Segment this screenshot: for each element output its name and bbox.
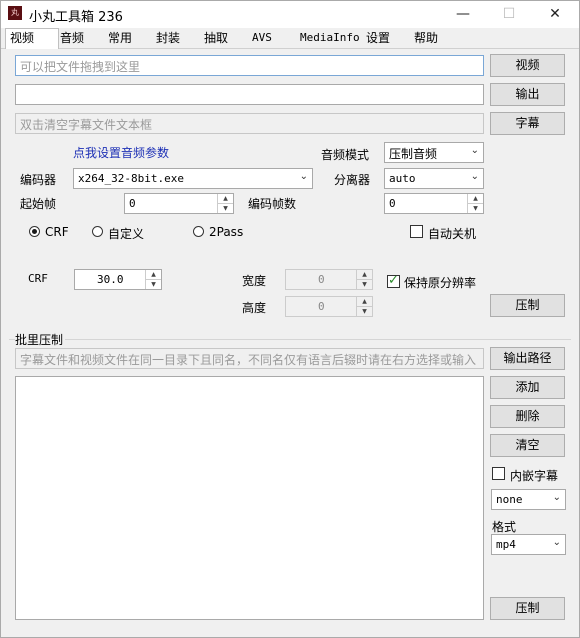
start-frame-value: 0 <box>129 197 136 210</box>
demuxer-value: auto <box>389 172 416 185</box>
close-icon[interactable]: ✕ <box>533 3 577 25</box>
crf-spinner[interactable]: 30.0 ▲ ▼ <box>74 269 162 290</box>
frame-count-spinner[interactable]: 0 ▲ ▼ <box>384 193 484 214</box>
subtitle-input-placeholder: 双击清空字幕文件文本框 <box>20 118 153 132</box>
height-spinner[interactable]: 0 ▲ ▼ <box>285 296 373 317</box>
output-path-button[interactable]: 输出路径 <box>490 347 565 370</box>
subtitle-input[interactable]: 双击清空字幕文件文本框 <box>15 113 484 134</box>
crf-radio-label: CRF <box>45 225 69 239</box>
start-frame-label: 起始帧 <box>20 197 57 211</box>
batch-compress-button[interactable]: 压制 <box>490 597 565 620</box>
subtitle-lang-value: none <box>496 493 523 506</box>
encoder-label: 编码器 <box>20 173 57 187</box>
width-spinner[interactable]: 0 ▲ ▼ <box>285 269 373 290</box>
custom-radio[interactable] <box>92 226 103 237</box>
maximize-icon[interactable]: ☐ <box>487 3 531 25</box>
keep-resolution-checkbox[interactable] <box>387 273 400 288</box>
twopass-radio[interactable] <box>193 226 204 237</box>
spin-up-icon[interactable]: ▲ <box>146 270 161 280</box>
chevron-down-icon: ⌄ <box>552 537 561 548</box>
subtitle-lang-select[interactable]: none ⌄ <box>491 489 566 510</box>
tab-extract[interactable]: 抽取 <box>200 29 250 47</box>
spin-down-icon[interactable]: ▼ <box>218 204 233 213</box>
crf-radio[interactable] <box>29 226 40 237</box>
twopass-radio-label: 2Pass <box>209 225 244 239</box>
tab-settings[interactable]: 设置 <box>362 29 412 47</box>
demuxer-label: 分离器 <box>334 173 371 187</box>
main-window: 丸 小丸工具箱 236 — ☐ ✕ 视频 音频 常用 封装 抽取 AVS Med… <box>0 0 580 638</box>
encoder-value: x264_32-8bit.exe <box>78 172 184 185</box>
output-input[interactable] <box>15 84 484 105</box>
audio-mode-label: 音频模式 <box>321 148 370 162</box>
frame-count-label: 编码帧数 <box>248 197 297 211</box>
format-select[interactable]: mp4 ⌄ <box>491 534 566 555</box>
tab-mux[interactable]: 封装 <box>152 29 202 47</box>
width-value: 0 <box>318 273 325 286</box>
height-label: 高度 <box>242 301 267 315</box>
subtitle-button[interactable]: 字幕 <box>490 112 565 135</box>
encoder-select[interactable]: x264_32-8bit.exe ⌄ <box>73 168 313 189</box>
frame-count-value: 0 <box>389 197 396 210</box>
tab-common[interactable]: 常用 <box>104 29 154 47</box>
height-value: 0 <box>318 300 325 313</box>
video-button[interactable]: 视频 <box>490 54 565 77</box>
chevron-down-icon: ⌄ <box>470 171 479 182</box>
tab-bar: 视频 音频 常用 封装 抽取 AVS MediaInfo 设置 帮助 <box>1 28 579 50</box>
auto-shutdown-checkbox[interactable] <box>410 225 423 238</box>
tab-avs[interactable]: AVS <box>248 29 298 47</box>
title-bar: 丸 小丸工具箱 236 — ☐ ✕ <box>1 1 579 28</box>
video-input[interactable]: 可以把文件拖拽到这里 <box>15 55 484 76</box>
tab-audio[interactable]: 音频 <box>56 29 106 47</box>
start-frame-spinner[interactable]: 0 ▲ ▼ <box>124 193 234 214</box>
tab-help[interactable]: 帮助 <box>410 29 460 47</box>
clear-button[interactable]: 清空 <box>490 434 565 457</box>
spin-up-icon[interactable]: ▲ <box>468 194 483 204</box>
width-label: 宽度 <box>242 274 267 288</box>
spin-up-icon[interactable]: ▲ <box>357 270 372 280</box>
tab-mediainfo[interactable]: MediaInfo <box>296 29 364 47</box>
video-input-placeholder: 可以把文件拖拽到这里 <box>20 60 141 74</box>
chevron-down-icon: ⌄ <box>470 145 479 156</box>
spin-up-icon[interactable]: ▲ <box>357 297 372 307</box>
chevron-down-icon: ⌄ <box>552 492 561 503</box>
spin-up-icon[interactable]: ▲ <box>218 194 233 204</box>
crf-value: 30.0 <box>97 273 124 286</box>
audio-settings-link[interactable]: 点我设置音频参数 <box>73 144 169 161</box>
spin-down-icon[interactable]: ▼ <box>357 307 372 316</box>
embed-subtitle-checkbox[interactable] <box>492 467 505 480</box>
batch-group-divider <box>9 339 571 340</box>
batch-file-list[interactable] <box>15 376 484 620</box>
crf-label: CRF <box>28 272 48 285</box>
minimize-icon[interactable]: — <box>441 3 485 25</box>
keep-resolution-label: 保持原分辨率 <box>404 276 477 290</box>
chevron-down-icon: ⌄ <box>299 171 308 182</box>
add-button[interactable]: 添加 <box>490 376 565 399</box>
format-label: 格式 <box>492 520 517 534</box>
format-value: mp4 <box>496 538 516 551</box>
embed-subtitle-label: 内嵌字幕 <box>510 469 559 483</box>
window-title: 小丸工具箱 236 <box>29 10 123 25</box>
auto-shutdown-label: 自动关机 <box>428 227 477 241</box>
tab-video[interactable]: 视频 <box>5 28 59 50</box>
app-icon: 丸 <box>8 6 22 20</box>
compress-button[interactable]: 压制 <box>490 294 565 317</box>
output-button[interactable]: 输出 <box>490 83 565 106</box>
demuxer-select[interactable]: auto ⌄ <box>384 168 484 189</box>
spin-down-icon[interactable]: ▼ <box>468 204 483 213</box>
custom-radio-label: 自定义 <box>108 227 145 241</box>
audio-mode-value: 压制音频 <box>389 147 438 161</box>
spin-down-icon[interactable]: ▼ <box>357 280 372 289</box>
batch-hint-text: 字幕文件和视频文件在同一目录下且同名，不同名仅有语言后辍时请在右方选择或输入 <box>20 353 477 367</box>
delete-button[interactable]: 删除 <box>490 405 565 428</box>
spin-down-icon[interactable]: ▼ <box>146 280 161 289</box>
audio-mode-select[interactable]: 压制音频 ⌄ <box>384 142 484 163</box>
batch-hint-field[interactable]: 字幕文件和视频文件在同一目录下且同名，不同名仅有语言后辍时请在右方选择或输入 <box>15 348 484 369</box>
video-panel: 可以把文件拖拽到这里 视频 输出 双击清空字幕文件文本框 字幕 点我设置音频参数… <box>1 49 579 637</box>
batch-group-title: 批里压制 <box>15 331 66 348</box>
